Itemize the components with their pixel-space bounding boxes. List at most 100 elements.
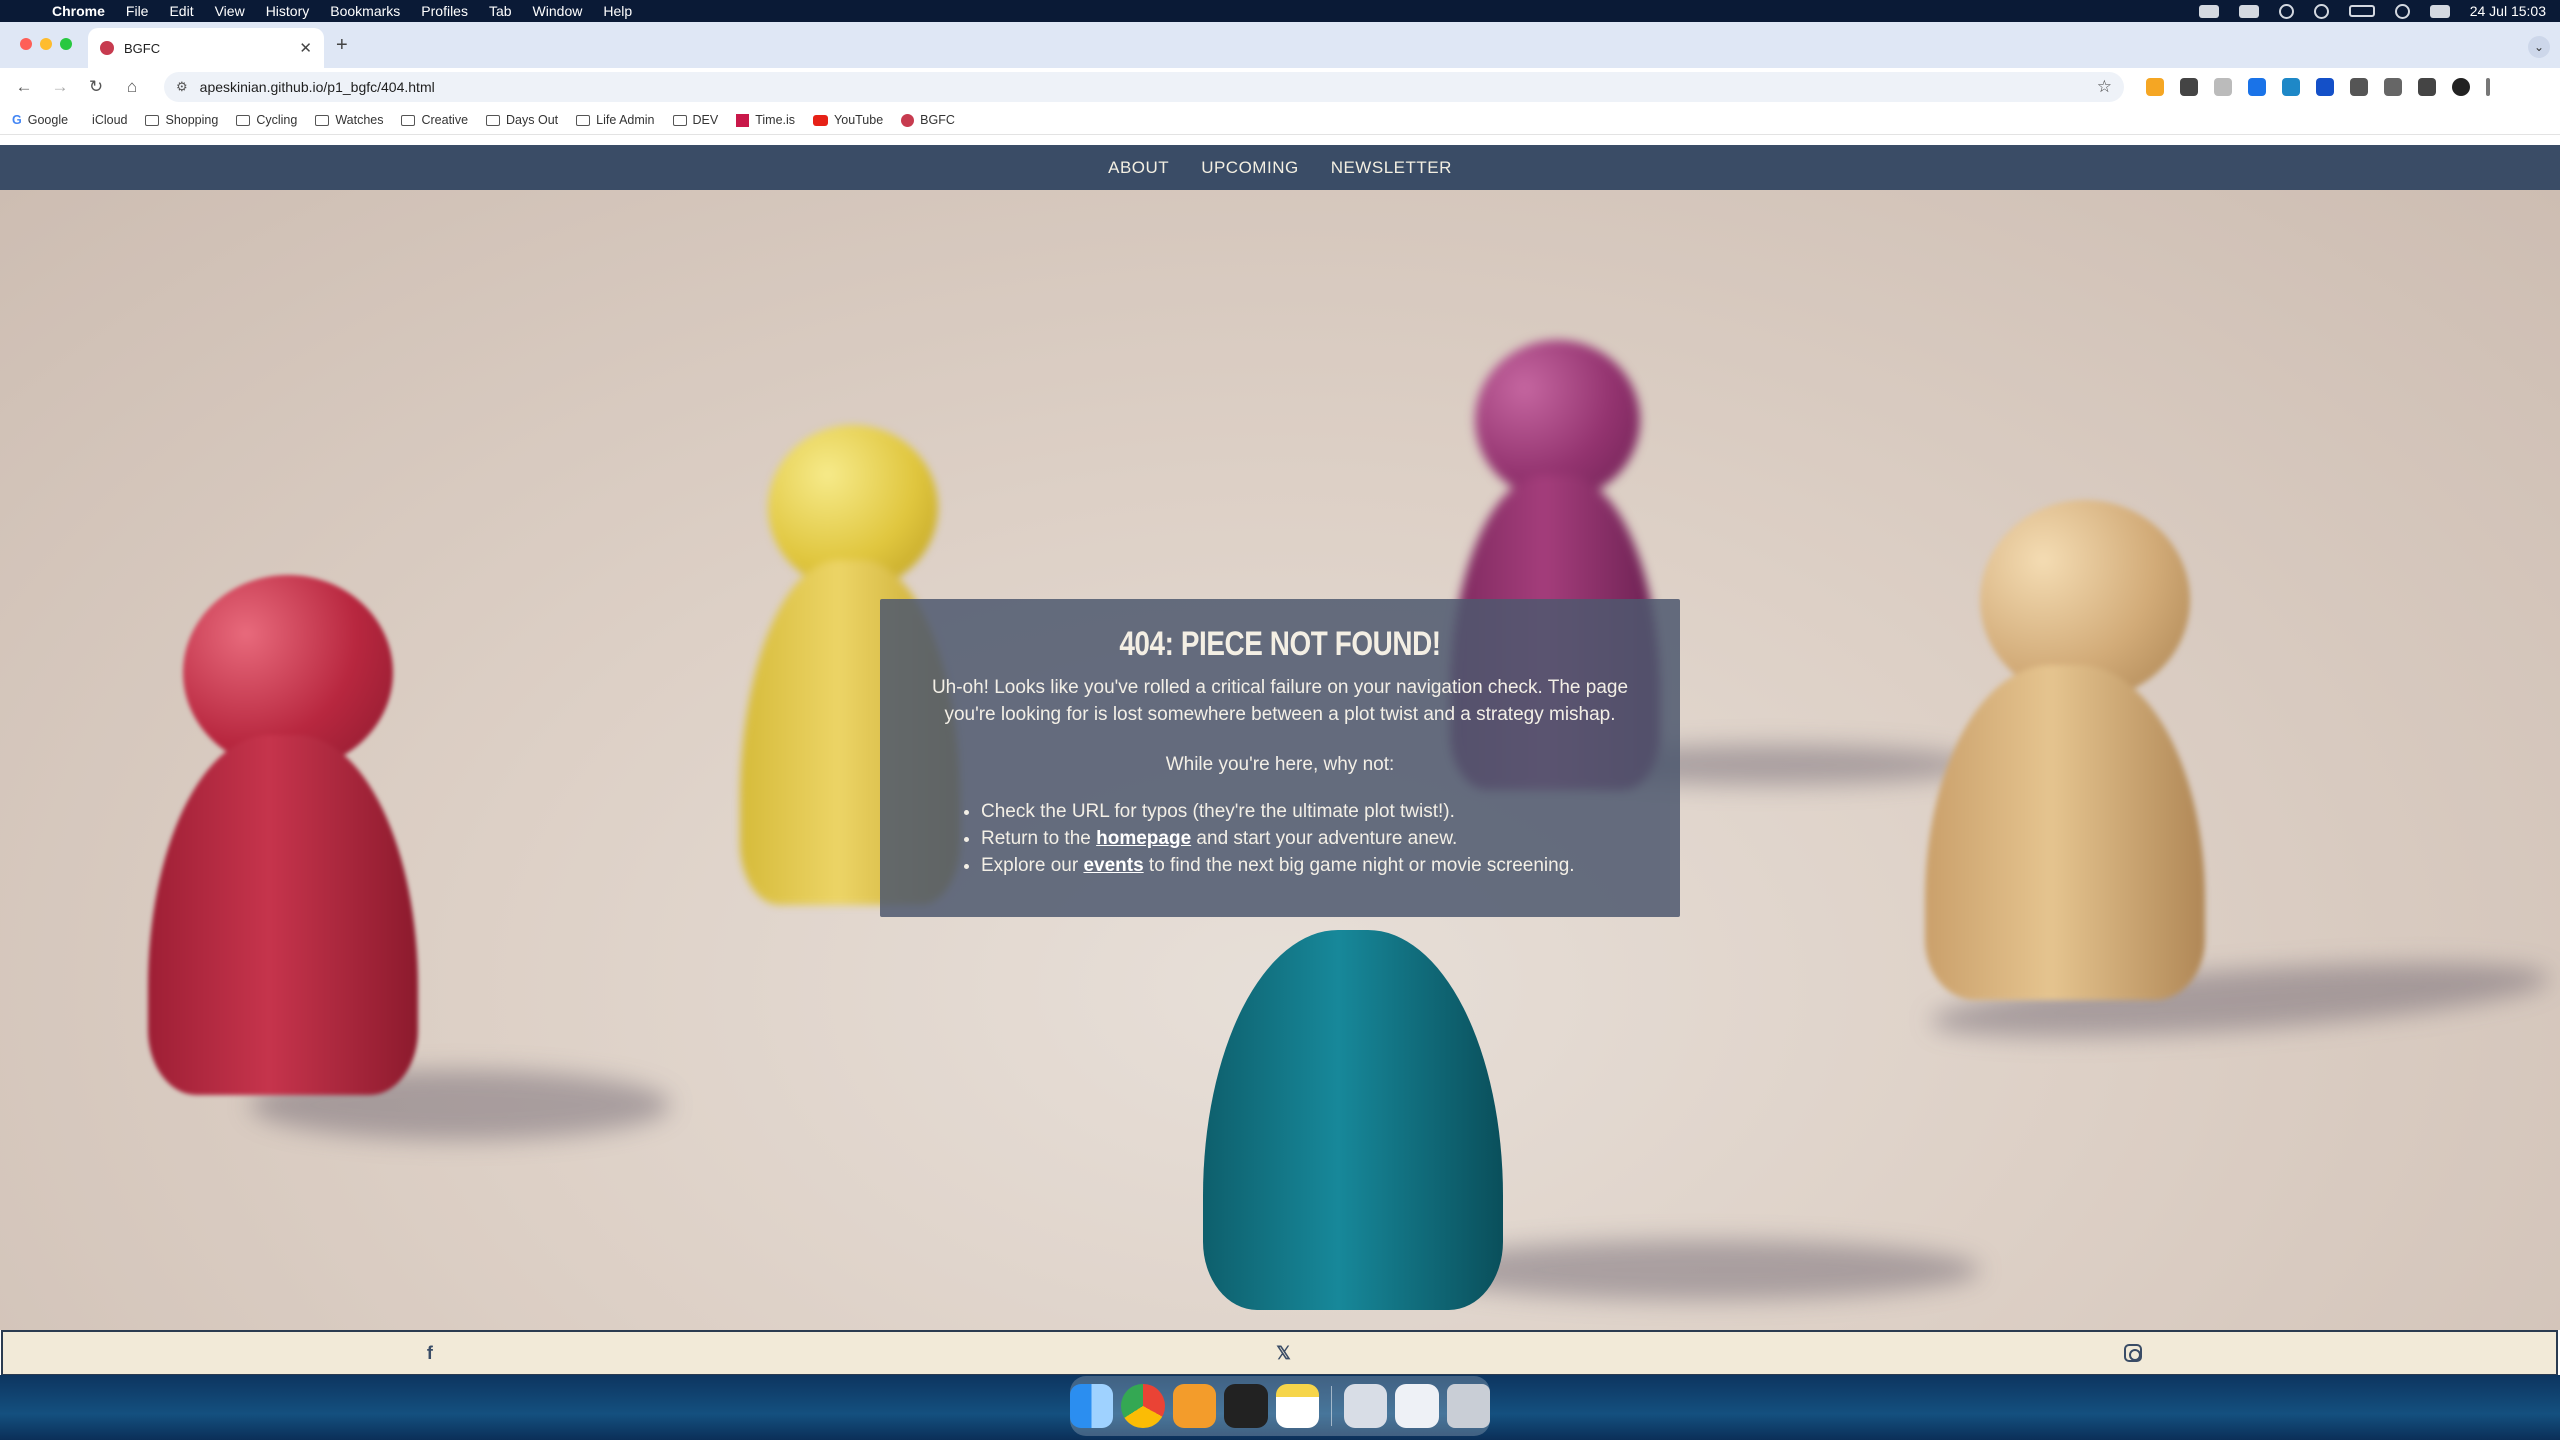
nav-about-link[interactable]: ABOUT (1108, 158, 1169, 178)
bookmark-star-icon[interactable]: ☆ (2097, 77, 2112, 97)
bookmark-folder-dev[interactable]: DEV (672, 113, 718, 127)
folder-icon (672, 114, 687, 126)
macos-menu-bar: Chrome File Edit View History Bookmarks … (0, 0, 2560, 22)
menu-window[interactable]: Window (533, 3, 583, 19)
menu-history[interactable]: History (266, 3, 310, 19)
window-controls (20, 38, 72, 50)
bookmark-timeis[interactable]: Time.is (736, 113, 795, 127)
menu-profiles[interactable]: Profiles (421, 3, 468, 19)
apple-menu-icon[interactable] (14, 3, 30, 19)
extension-grey-icon[interactable] (2214, 78, 2232, 96)
google-icon: G (12, 113, 22, 127)
bookmark-folder-life-admin[interactable]: Life Admin (576, 113, 655, 127)
beige-pawn-image (1925, 500, 2205, 1000)
keyboard-icon[interactable] (2238, 4, 2259, 18)
bookmark-folder-shopping[interactable]: Shopping (145, 113, 218, 127)
bookmark-folder-creative[interactable]: Creative (401, 113, 468, 127)
finder-icon[interactable] (1070, 1384, 1114, 1428)
bookmark-icloud[interactable]: iCloud (86, 113, 127, 127)
eyedropper-icon[interactable] (2180, 78, 2198, 96)
extension-blue-icon[interactable] (2282, 78, 2300, 96)
bookmark-folder-days-out[interactable]: Days Out (486, 113, 558, 127)
menu-bookmarks[interactable]: Bookmarks (330, 3, 400, 19)
extension-m-icon[interactable] (2316, 78, 2334, 96)
bookmark-folder-watches[interactable]: Watches (315, 113, 383, 127)
folder-icon (236, 114, 251, 126)
site-info-icon[interactable]: ⚙ (176, 79, 188, 95)
close-tab-icon[interactable]: ✕ (299, 39, 312, 57)
bookmark-bgfc[interactable]: BGFC (901, 113, 955, 127)
folder-icon (486, 114, 501, 126)
menu-clock[interactable]: 24 Jul 15:03 (2470, 3, 2546, 19)
forward-icon[interactable]: → (46, 77, 74, 97)
minimize-window-button[interactable] (40, 38, 52, 50)
folder-icon (145, 114, 160, 126)
pawn-shadow (1420, 1240, 1980, 1300)
folder-icon (401, 114, 416, 126)
error-intro-text: Uh-oh! Looks like you've rolled a critic… (931, 677, 1629, 725)
new-tab-icon[interactable]: + (336, 34, 348, 57)
reload-icon[interactable]: ↻ (82, 77, 110, 97)
x-icon[interactable]: 𝕏 (1270, 1343, 1296, 1364)
site-navbar: ABOUT UPCOMING NEWSLETTER (0, 145, 2560, 190)
nav-newsletter-link[interactable]: NEWSLETTER (1331, 158, 1452, 178)
control-center-icon[interactable] (2429, 4, 2450, 18)
tab-strip: BGFC ✕ + ⌄ (0, 22, 2560, 68)
tab-search-icon[interactable]: ⌄ (2528, 36, 2550, 58)
folder-icon (576, 114, 591, 126)
events-link[interactable]: events (1083, 855, 1143, 876)
menu-view[interactable]: View (215, 3, 245, 19)
instagram-icon[interactable] (2124, 1344, 2143, 1362)
extensions-area (2146, 78, 2490, 96)
bookmark-google[interactable]: G Google (12, 113, 68, 127)
site-footer: f 𝕏 (1, 1330, 2558, 1375)
dock-document-icon[interactable] (1395, 1384, 1439, 1428)
tab-bgfc[interactable]: BGFC ✕ (88, 28, 324, 68)
cloud-icon[interactable] (2198, 4, 2219, 18)
wifi-icon[interactable] (2394, 3, 2410, 19)
extension-orange-icon[interactable] (2146, 78, 2164, 96)
red-pawn-image (148, 575, 418, 1095)
timeis-icon (736, 113, 750, 127)
notes-icon[interactable] (1275, 1384, 1319, 1428)
menu-help[interactable]: Help (603, 3, 632, 19)
profile-avatar[interactable] (2452, 78, 2470, 96)
record-icon[interactable] (2278, 3, 2294, 19)
dock-separator (1330, 1386, 1332, 1426)
menu-file[interactable]: File (126, 3, 149, 19)
extension-window-icon[interactable] (2350, 78, 2368, 96)
bookmark-folder-cycling[interactable]: Cycling (236, 113, 297, 127)
menu-tab[interactable]: Tab (489, 3, 512, 19)
mail-app-icon[interactable] (1172, 1384, 1217, 1428)
error-why-text: While you're here, why not: (1165, 754, 1395, 775)
page-viewport: ABOUT UPCOMING NEWSLETTER 404: PIECE NOT… (0, 145, 2560, 1375)
vpn-icon[interactable] (2313, 3, 2329, 19)
dock-folder-icon[interactable] (1343, 1384, 1388, 1428)
facebook-icon[interactable]: f (417, 1343, 443, 1364)
chrome-menu-icon[interactable] (2486, 78, 2490, 96)
bookmark-youtube[interactable]: YouTube (813, 113, 883, 127)
url-text[interactable]: apeskinian.github.io/p1_bgfc/404.html (200, 79, 435, 95)
trash-icon[interactable] (1446, 1384, 1490, 1428)
error-title: 404: PIECE NOT FOUND! (1119, 625, 1441, 663)
downloads-icon[interactable] (2418, 78, 2436, 96)
chrome-icon[interactable] (1121, 1384, 1165, 1428)
home-icon[interactable]: ⌂ (118, 77, 146, 97)
teal-pawn-image (1203, 890, 1503, 1310)
nav-upcoming-link[interactable]: UPCOMING (1201, 158, 1299, 178)
inkscape-icon[interactable] (1224, 1384, 1268, 1428)
youtube-icon (813, 114, 829, 126)
back-icon[interactable]: ← (10, 77, 38, 97)
extensions-puzzle-icon[interactable] (2384, 78, 2402, 96)
crop-icon[interactable] (2248, 78, 2266, 96)
battery-icon[interactable] (2348, 5, 2375, 17)
list-item: Return to the homepage and start your ad… (981, 825, 1680, 852)
menu-app-name[interactable]: Chrome (52, 3, 105, 19)
close-window-button[interactable] (20, 38, 32, 50)
bookmarks-bar: G Google iCloud Shopping Cycling Watches … (0, 106, 2560, 135)
zoom-window-button[interactable] (60, 38, 72, 50)
address-bar[interactable]: ⚙ apeskinian.github.io/p1_bgfc/404.html … (164, 72, 2124, 102)
menu-edit[interactable]: Edit (169, 3, 193, 19)
list-item: Check the URL for typos (they're the ult… (981, 798, 1680, 825)
homepage-link[interactable]: homepage (1096, 828, 1191, 849)
